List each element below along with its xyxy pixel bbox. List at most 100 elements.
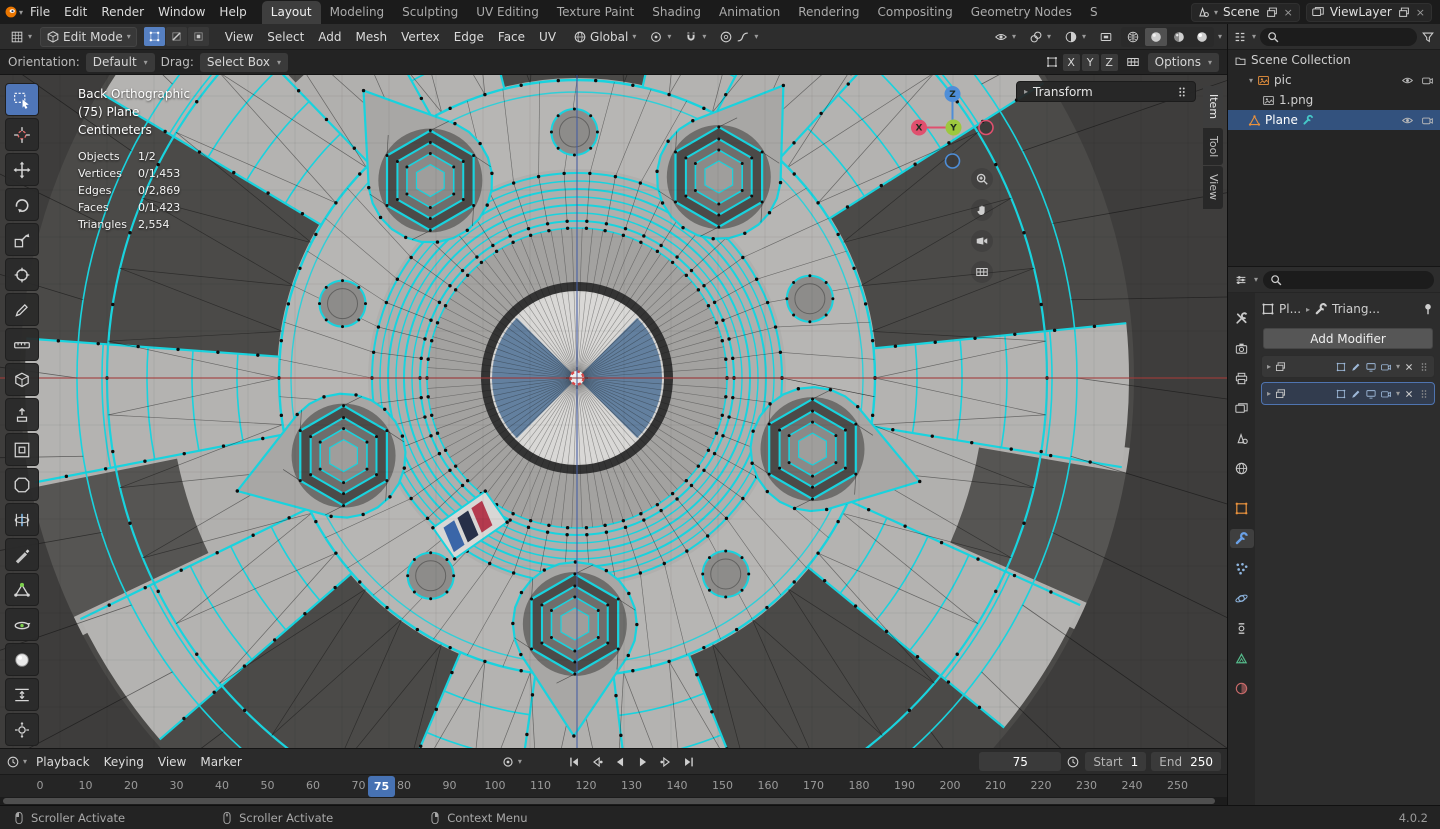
properties-tab-tool[interactable] bbox=[1230, 309, 1254, 328]
outliner-row-pic[interactable]: ▾ pic bbox=[1228, 70, 1440, 90]
mirror-axis-x[interactable]: X bbox=[1062, 53, 1080, 71]
modifier-toggle-trt[interactable] bbox=[1365, 388, 1377, 400]
viewport-menu-edge[interactable]: Edge bbox=[447, 27, 491, 47]
workspace-tab-modeling[interactable]: Modeling bbox=[321, 1, 394, 24]
shading-wireframe-button[interactable] bbox=[1122, 28, 1144, 46]
editor-type-button[interactable]: ▾ bbox=[5, 27, 37, 47]
viewlayer-selector[interactable]: ViewLayer × bbox=[1305, 2, 1432, 22]
mirror-axis-z[interactable]: Z bbox=[1100, 53, 1118, 71]
xray-toggle[interactable] bbox=[1094, 27, 1118, 47]
menu-file[interactable]: File bbox=[23, 2, 57, 22]
transform-orientation-dropdown[interactable]: Global ▾ bbox=[568, 27, 641, 47]
scene-selector[interactable]: ▾ Scene × bbox=[1191, 2, 1300, 22]
jump-to-end-button[interactable] bbox=[678, 751, 699, 772]
tool-move[interactable] bbox=[5, 153, 39, 186]
add-modifier-button[interactable]: Add Modifier bbox=[1263, 328, 1433, 349]
auto-keying-dropdown-icon[interactable]: ▾ bbox=[518, 757, 522, 766]
show-gizmo-dropdown[interactable]: ▾ bbox=[1024, 27, 1056, 47]
properties-tab-particles[interactable] bbox=[1230, 559, 1254, 578]
properties-editor-icon[interactable] bbox=[1234, 273, 1248, 287]
previous-keyframe-button[interactable] bbox=[586, 751, 607, 772]
viewport-menu-mesh[interactable]: Mesh bbox=[349, 27, 395, 47]
workspace-tab-uv-editing[interactable]: UV Editing bbox=[467, 1, 548, 24]
timeline-menu-playback[interactable]: Playback bbox=[29, 752, 97, 772]
remove-viewlayer-button[interactable]: × bbox=[1414, 6, 1427, 19]
hide-viewport-toggle[interactable] bbox=[1401, 74, 1414, 87]
properties-tab-physics[interactable] bbox=[1230, 589, 1254, 608]
modifier-expand-icon[interactable]: ▸ bbox=[1267, 389, 1271, 398]
outliner-row-1-png[interactable]: 1.png bbox=[1228, 90, 1440, 110]
properties-tab-object[interactable] bbox=[1230, 499, 1254, 518]
properties-tab-scene[interactable] bbox=[1230, 429, 1254, 448]
camera-view-button[interactable] bbox=[971, 230, 993, 252]
menu-edit[interactable]: Edit bbox=[57, 2, 94, 22]
viewport-menu-face[interactable]: Face bbox=[491, 27, 532, 47]
disable-render-toggle[interactable] bbox=[1421, 114, 1434, 127]
perspective-toggle-button[interactable] bbox=[971, 261, 993, 283]
select-mode-face[interactable] bbox=[187, 27, 209, 46]
disclosure-icon[interactable]: ▾ bbox=[1249, 76, 1253, 85]
modifier-toggle-trt[interactable] bbox=[1365, 361, 1377, 373]
timeline-menu-view[interactable]: View bbox=[151, 752, 193, 772]
new-scene-icon[interactable] bbox=[1265, 5, 1279, 19]
menu-window[interactable]: Window bbox=[151, 2, 212, 22]
sidebar-tab-tool[interactable]: Tool bbox=[1203, 128, 1223, 166]
playhead[interactable]: 75 bbox=[368, 776, 395, 797]
tool-knife[interactable] bbox=[5, 538, 39, 571]
tool-spin[interactable] bbox=[5, 608, 39, 641]
properties-tab-data[interactable] bbox=[1230, 649, 1254, 668]
auto-keying-toggle[interactable] bbox=[501, 755, 515, 769]
properties-search-input[interactable] bbox=[1263, 270, 1434, 289]
breadcrumb-object[interactable]: Pl... bbox=[1279, 302, 1301, 316]
orientation-setting-dropdown[interactable]: Default ▾ bbox=[85, 52, 155, 72]
timeline-editor-icon[interactable] bbox=[6, 755, 20, 769]
modifier-expand-icon[interactable]: ▸ bbox=[1267, 362, 1271, 371]
tool-bevel[interactable] bbox=[5, 468, 39, 501]
next-keyframe-button[interactable] bbox=[655, 751, 676, 772]
workspace-tab-animation[interactable]: Animation bbox=[710, 1, 789, 24]
options-dropdown[interactable]: Options ▾ bbox=[1147, 52, 1219, 72]
timeline-scrollbar[interactable] bbox=[0, 797, 1227, 805]
pan-button[interactable] bbox=[971, 199, 993, 221]
mode-dropdown[interactable]: Edit Mode ▾ bbox=[40, 26, 137, 47]
current-frame-field[interactable]: 75 bbox=[979, 752, 1062, 771]
hide-viewport-toggle[interactable] bbox=[1401, 114, 1414, 127]
panel-grip-icon[interactable] bbox=[1175, 85, 1189, 99]
filter-icon[interactable] bbox=[1421, 30, 1435, 44]
shading-material-button[interactable] bbox=[1168, 28, 1190, 46]
start-frame-field[interactable]: Start 1 bbox=[1085, 752, 1147, 771]
sidebar-tab-view[interactable]: View bbox=[1203, 166, 1223, 209]
modifier-toggle-cam[interactable] bbox=[1380, 388, 1392, 400]
object-visibility-dropdown[interactable]: ▾ bbox=[989, 27, 1021, 47]
blender-logo-icon[interactable] bbox=[4, 5, 18, 19]
workspace-tab-geometry-nodes[interactable]: Geometry Nodes bbox=[962, 1, 1081, 24]
viewport-menu-vertex[interactable]: Vertex bbox=[394, 27, 447, 47]
end-frame-field[interactable]: End 250 bbox=[1151, 752, 1221, 771]
tool-measure[interactable] bbox=[5, 328, 39, 361]
workspace-tab-rendering[interactable]: Rendering bbox=[789, 1, 868, 24]
tool-extrude-region[interactable] bbox=[5, 398, 39, 431]
pivot-point-dropdown[interactable]: ▾ bbox=[644, 27, 676, 47]
properties-tab-constraints[interactable] bbox=[1230, 619, 1254, 638]
modifier-toggle-tcage[interactable] bbox=[1335, 388, 1347, 400]
snap-toggle[interactable]: ▾ bbox=[679, 27, 711, 47]
proportional-edit-toggle[interactable]: ▾ bbox=[714, 27, 763, 47]
drag-setting-dropdown[interactable]: Select Box ▾ bbox=[199, 52, 289, 72]
workspace-tab-shading[interactable]: Shading bbox=[643, 1, 710, 24]
use-preview-range-icon[interactable] bbox=[1066, 755, 1080, 769]
new-viewlayer-icon[interactable] bbox=[1397, 5, 1411, 19]
tool-transform[interactable] bbox=[5, 258, 39, 291]
viewport-menu-add[interactable]: Add bbox=[311, 27, 348, 47]
select-mode-vertex[interactable] bbox=[143, 27, 165, 46]
panel-expand-icon[interactable]: ▸ bbox=[1024, 87, 1028, 96]
scene-browse-icon[interactable]: ▾ bbox=[1214, 8, 1218, 17]
tool-select-box[interactable] bbox=[5, 83, 39, 116]
properties-tab-material[interactable] bbox=[1230, 679, 1254, 698]
disable-render-toggle[interactable] bbox=[1421, 74, 1434, 87]
outliner-search-input[interactable] bbox=[1260, 27, 1417, 46]
tool-edge-slide[interactable] bbox=[5, 678, 39, 711]
navigation-gizmo[interactable]: Z X Y bbox=[905, 80, 1000, 175]
tool-inset-faces[interactable] bbox=[5, 433, 39, 466]
shading-solid-button[interactable] bbox=[1144, 27, 1167, 46]
properties-tab-view-layer[interactable] bbox=[1230, 399, 1254, 418]
